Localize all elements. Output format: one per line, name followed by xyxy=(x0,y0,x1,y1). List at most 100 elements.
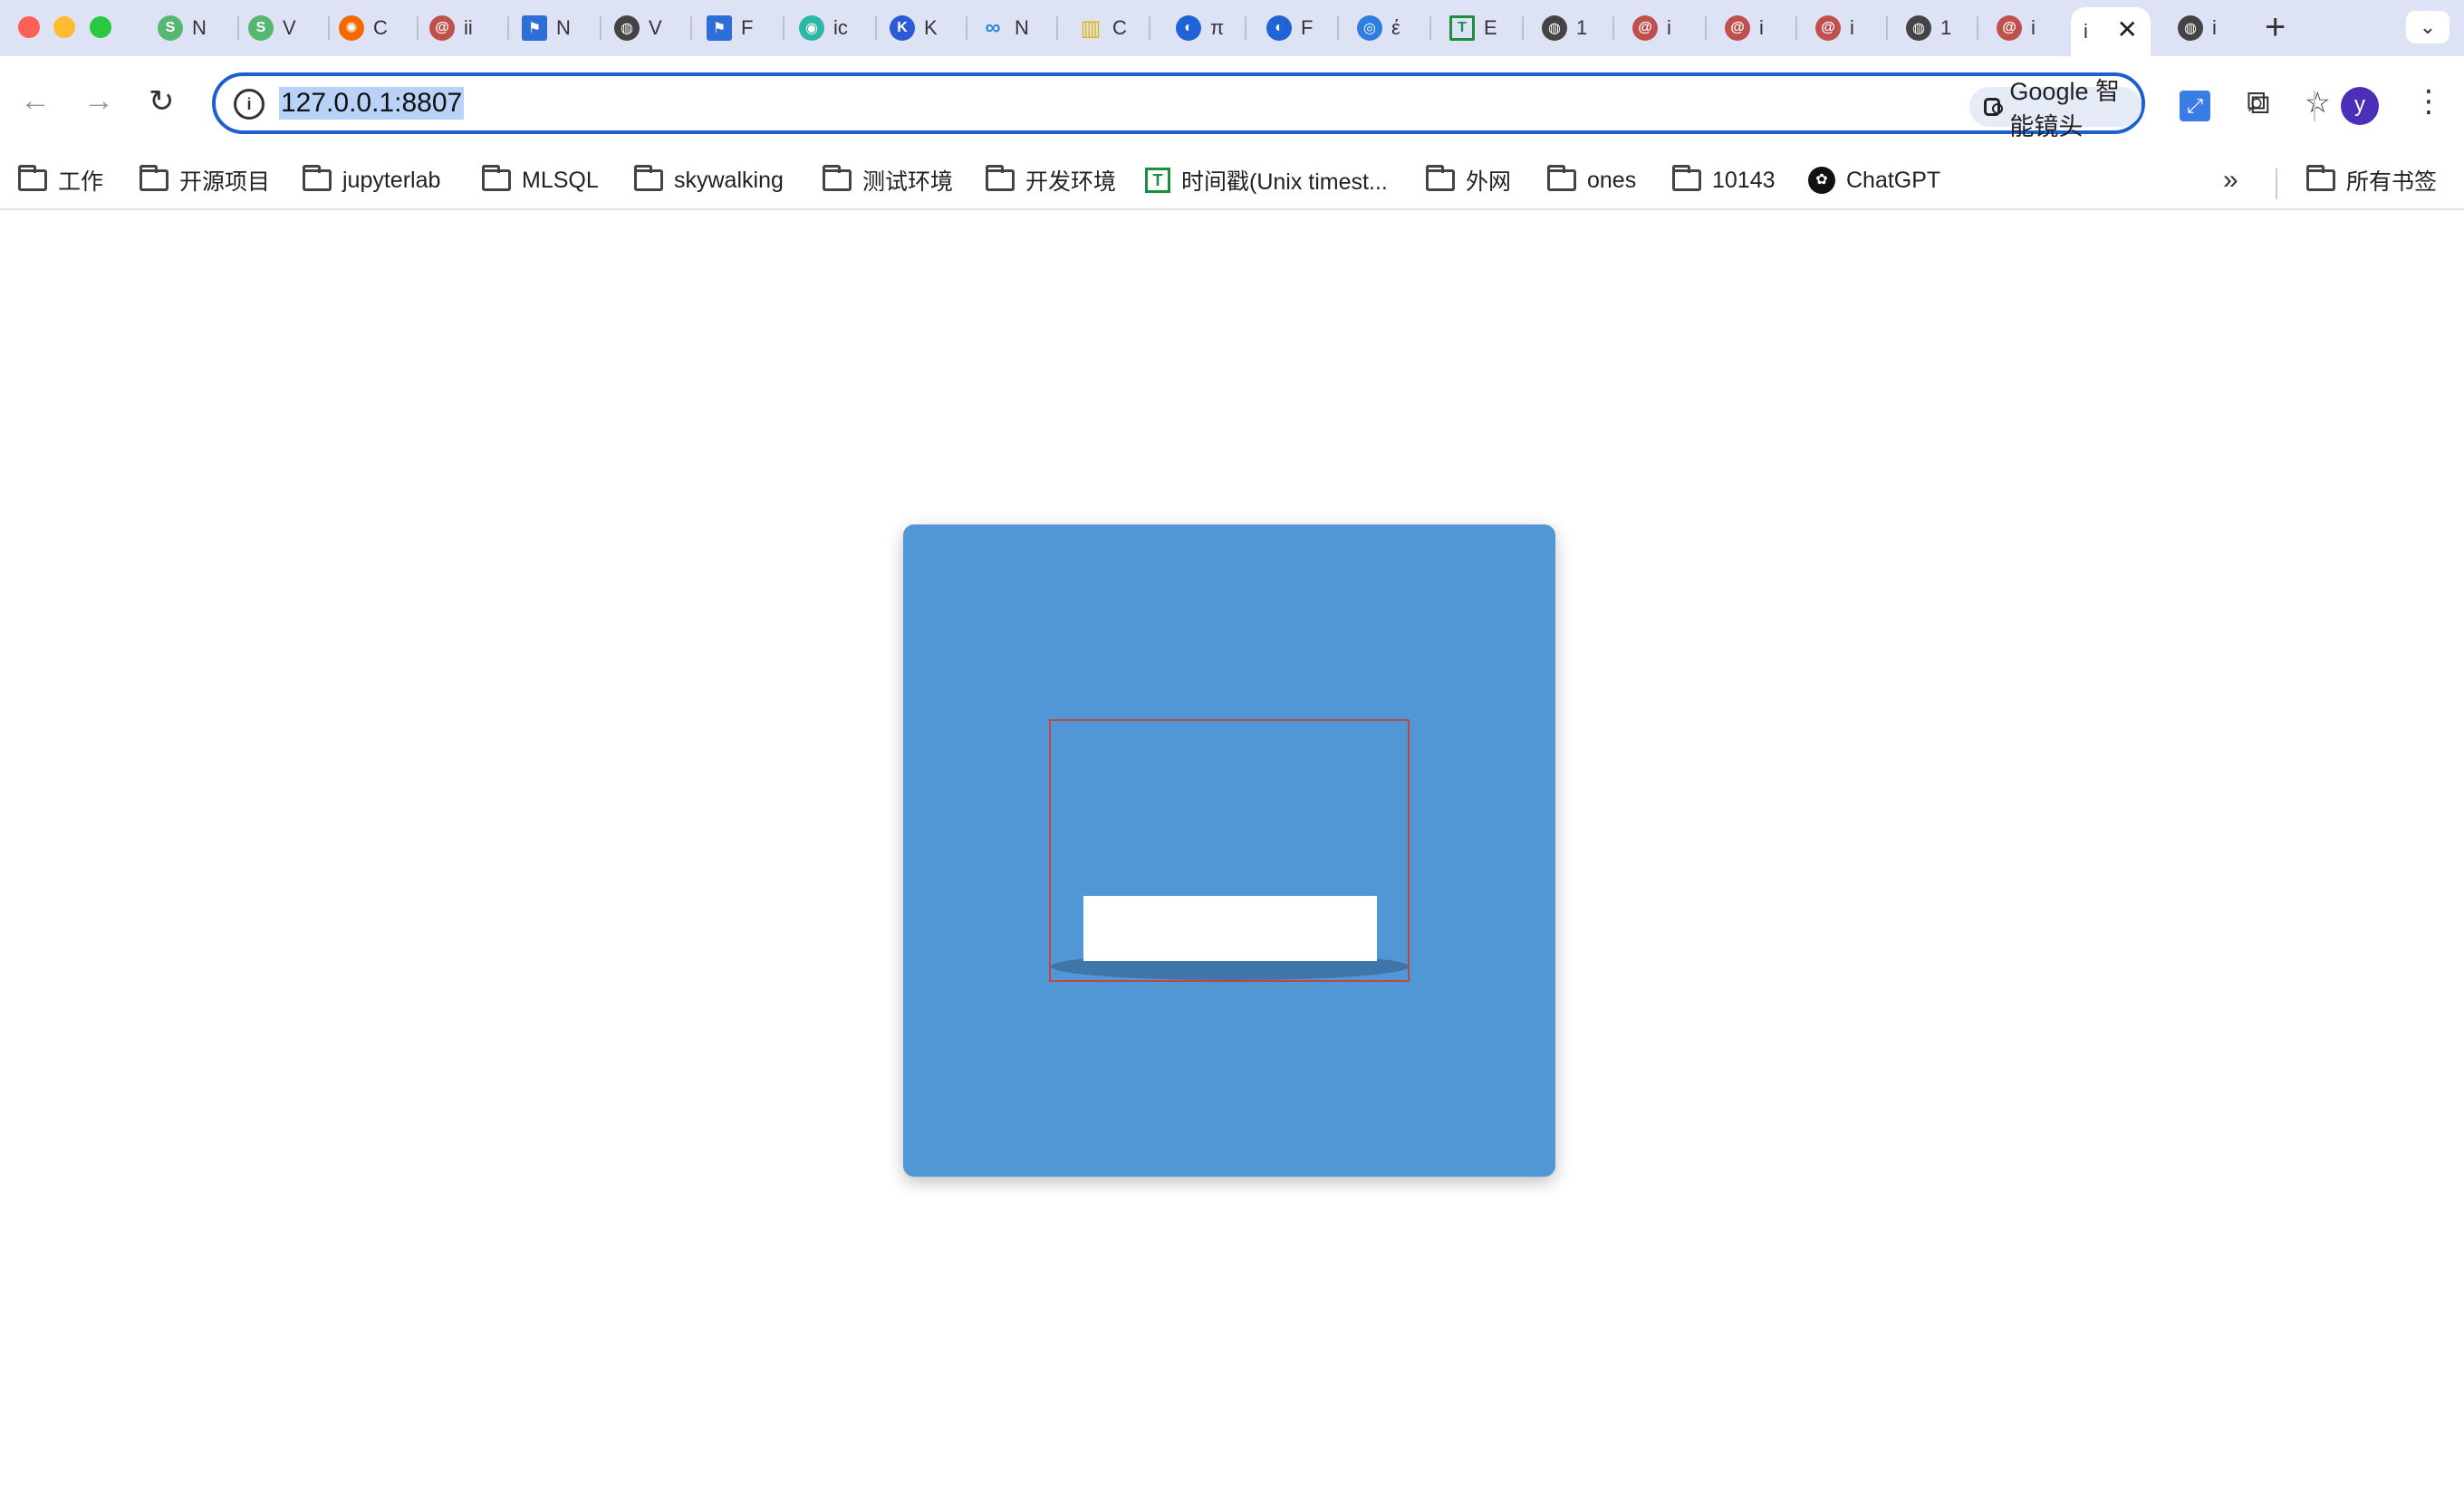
bookmark-link[interactable]: ✿ ChatGPT xyxy=(1808,161,1940,199)
green-s-icon: S xyxy=(248,15,274,41)
tab-19[interactable]: @ i xyxy=(1806,7,1895,49)
back-button[interactable]: ← xyxy=(20,83,51,119)
lens-label: Google 智能镜头 xyxy=(2009,78,2120,140)
reload-button[interactable]: ↻ xyxy=(149,83,175,120)
snail-icon: @ xyxy=(1632,15,1658,41)
tab-8[interactable]: ◉ ic xyxy=(790,7,879,49)
tab-14[interactable]: ◎ έ xyxy=(1348,7,1437,49)
minimize-window-button[interactable] xyxy=(53,16,75,38)
drop-icon: ◐ xyxy=(1176,15,1201,41)
snail-icon: @ xyxy=(1997,15,2022,41)
tab-4[interactable]: @ ii xyxy=(420,7,509,49)
bookmark-folder[interactable]: MLSQL xyxy=(482,161,599,199)
bookmark-folder[interactable]: skywalking xyxy=(634,161,784,199)
grafana-icon: ✺ xyxy=(339,15,364,41)
green-s-icon: S xyxy=(158,15,183,41)
all-bookmarks-folder[interactable]: 所有书签 xyxy=(2306,161,2437,199)
tab-11[interactable]: ▥ C xyxy=(1069,7,1158,49)
compass-icon: ◎ xyxy=(1357,15,1382,41)
alien-icon: ◉ xyxy=(799,15,824,41)
globe-icon: ◍ xyxy=(1542,15,1567,41)
camera-icon xyxy=(1984,98,2004,116)
infinity-icon: ∞ xyxy=(985,15,1001,40)
folder-icon xyxy=(18,165,47,191)
extensions-puzzle-icon[interactable]: ⧉ xyxy=(2247,83,2270,122)
bookmark-folder[interactable]: 外网 xyxy=(1426,161,1511,199)
folder-icon xyxy=(823,165,852,191)
bookmarks-divider xyxy=(2276,168,2277,199)
tab-21[interactable]: @ i xyxy=(1988,7,2076,49)
tab-12[interactable]: ◐ π xyxy=(1167,7,1256,49)
bookmark-folder[interactable]: 工作 xyxy=(18,161,103,199)
tab-2[interactable]: SV xyxy=(239,7,328,49)
folder-icon xyxy=(2306,165,2335,191)
google-lens-button[interactable]: Google 智能镜头 xyxy=(1969,78,2142,140)
tab-active[interactable]: i ✕ xyxy=(2071,7,2151,56)
folder-icon xyxy=(140,165,168,191)
bookmark-folder[interactable]: jupyterlab xyxy=(303,161,440,199)
folder-icon xyxy=(303,165,332,191)
folder-icon xyxy=(482,165,511,191)
bookmark-link[interactable]: T 时间戳(Unix timest... xyxy=(1145,161,1388,199)
page-content xyxy=(0,210,2464,1491)
globe-icon: ◍ xyxy=(614,15,640,41)
folder-icon xyxy=(986,165,1015,191)
tab-after-active[interactable]: ◍ i xyxy=(2169,7,2257,49)
menu-icon[interactable]: ⋮ xyxy=(2413,83,2444,120)
scene-canvas[interactable] xyxy=(903,524,1555,1177)
snail-icon: @ xyxy=(1725,15,1750,41)
folder-icon xyxy=(1426,165,1455,191)
openai-icon: ✿ xyxy=(1808,167,1835,194)
globe-icon: ◍ xyxy=(1906,15,1931,41)
folder-icon xyxy=(1547,165,1576,191)
snail-icon: @ xyxy=(1815,15,1841,41)
forward-button[interactable]: → xyxy=(83,83,114,119)
tab-18[interactable]: @ i xyxy=(1716,7,1805,49)
tab-6[interactable]: ◍ V xyxy=(605,7,694,49)
flag-icon: ⚑ xyxy=(707,15,732,41)
tab-10[interactable]: ∞ N xyxy=(971,7,1060,49)
tab-3[interactable]: ✺ C xyxy=(330,7,419,49)
white-block xyxy=(1083,896,1377,961)
sheet-icon: T xyxy=(1449,15,1475,41)
close-tab-icon[interactable]: ✕ xyxy=(2117,14,2138,44)
folder-icon xyxy=(1672,165,1701,191)
tab-strip: SN SV ✺ C @ ii ⚑ N ◍ V ⚑ F ◉ ic KK ∞ N ▥ C ◐ π ◐ F… xyxy=(0,0,2464,56)
k-icon: K xyxy=(890,15,915,41)
folder-icon xyxy=(634,165,663,191)
url-text[interactable]: 127.0.0.1:8807 xyxy=(279,87,465,120)
flag-icon: ⚑ xyxy=(522,15,547,41)
close-window-button[interactable] xyxy=(18,16,40,38)
bookmark-folder[interactable]: 10143 xyxy=(1672,161,1776,199)
selection-frame xyxy=(1049,719,1410,982)
maximize-window-button[interactable] xyxy=(90,16,111,38)
bookmark-folder[interactable]: 测试环境 xyxy=(823,161,953,199)
snail-icon: @ xyxy=(429,15,455,41)
drop-icon: ◐ xyxy=(1266,15,1292,41)
bookmarks-bar: 工作 开源项目 jupyterlab MLSQL skywalking 测试环境… xyxy=(0,154,2464,210)
globe-icon: ◍ xyxy=(2178,15,2203,41)
profile-avatar[interactable]: y xyxy=(2341,87,2379,125)
tab-15[interactable]: TE xyxy=(1440,7,1529,49)
toolbar-divider xyxy=(2314,91,2315,121)
sheet-icon: T xyxy=(1145,168,1170,193)
tab-17[interactable]: @ i xyxy=(1623,7,1712,49)
tab-7[interactable]: ⚑ F xyxy=(698,7,786,49)
new-tab-button[interactable]: + xyxy=(2265,9,2286,45)
tab-9[interactable]: KK xyxy=(881,7,969,49)
browser-toolbar: ← → ↻ i 127.0.0.1:8807 Google 智能镜头 ⌕ ☆ ⤢… xyxy=(0,56,2464,154)
bookmark-folder[interactable]: 开源项目 xyxy=(140,161,270,199)
tab-search-button[interactable]: ⌄ xyxy=(2406,11,2450,43)
tab-1[interactable]: SN xyxy=(149,7,237,49)
bookmark-folder[interactable]: 开发环境 xyxy=(986,161,1116,199)
tab-13[interactable]: ◐ F xyxy=(1257,7,1346,49)
address-bar[interactable]: i 127.0.0.1:8807 Google 智能镜头 ⌕ ☆ xyxy=(212,72,2331,140)
site-info-icon[interactable]: i xyxy=(234,89,265,120)
bookmark-star-icon[interactable]: ☆ xyxy=(2305,85,2331,120)
tab-5[interactable]: ⚑ N xyxy=(513,7,602,49)
extension-icon[interactable]: ⤢ xyxy=(2180,91,2210,121)
bookmark-folder[interactable]: ones xyxy=(1547,161,1636,199)
tab-20[interactable]: ◍ 1 xyxy=(1897,7,1986,49)
tab-16[interactable]: ◍ 1 xyxy=(1533,7,1622,49)
more-bookmarks-button[interactable]: » xyxy=(2223,165,2238,196)
